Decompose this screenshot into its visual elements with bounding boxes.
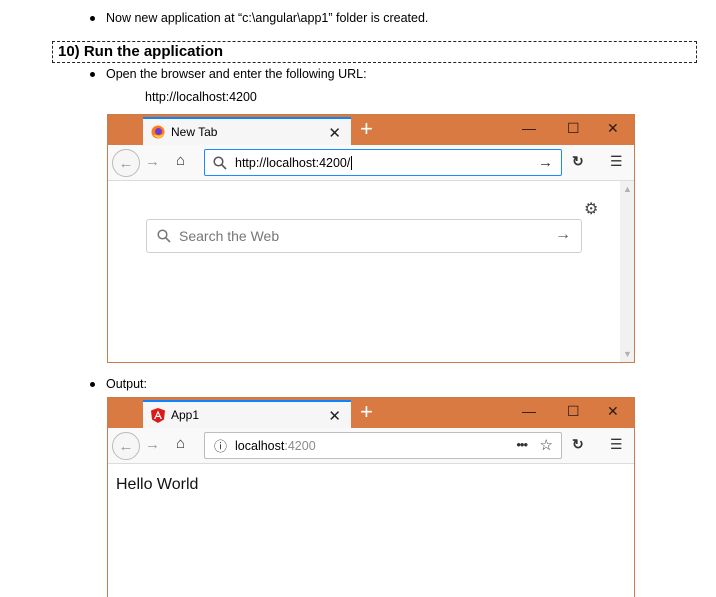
section-heading: 10) Run the application: [52, 41, 697, 63]
web-search-box[interactable]: Search the Web →: [146, 219, 582, 253]
forward-icon[interactable]: →: [145, 436, 160, 453]
tab-app1[interactable]: App1 ✕: [143, 400, 351, 428]
back-icon: ←: [118, 437, 134, 455]
close-window-icon[interactable]: ✕: [607, 403, 619, 420]
close-window-icon[interactable]: ✕: [607, 120, 619, 137]
search-placeholder: Search the Web: [179, 228, 280, 244]
bullet-item-created: Now new application at “c:\angular\app1”…: [90, 11, 428, 25]
maximize-icon[interactable]: ☐: [567, 120, 580, 137]
scrollbar[interactable]: ▲ ▼: [620, 181, 634, 362]
gear-icon[interactable]: ⚙: [584, 199, 598, 219]
scroll-up-icon[interactable]: ▲: [623, 184, 632, 194]
menu-icon[interactable]: ☰: [610, 436, 623, 453]
url-bar[interactable]: ⓘ localhost:4200 ••• ☆: [204, 432, 562, 459]
line-open-browser: Open the browser and enter the following…: [106, 67, 367, 81]
new-tab-button[interactable]: +: [360, 117, 373, 141]
browser-window-newtab: New Tab ✕ + — ☐ ✕ ← → ⌂ http://localhost…: [107, 114, 635, 363]
url-input-value: http://localhost:4200/: [235, 155, 351, 170]
nav-toolbar: ← → ⌂ http://localhost:4200/ → ↻ ☰: [108, 145, 634, 181]
home-icon[interactable]: ⌂: [176, 152, 185, 169]
reload-icon[interactable]: ↻: [572, 436, 584, 453]
bullet-dot: [90, 71, 95, 77]
search-go-icon[interactable]: →: [555, 226, 571, 244]
heading-text: 10) Run the application: [58, 43, 224, 60]
close-tab-icon[interactable]: ✕: [328, 407, 341, 425]
menu-icon[interactable]: ☰: [610, 153, 623, 170]
browser-window-app1: App1 ✕ + — ☐ ✕ ← → ⌂ ⓘ localhost:4200 ••…: [107, 397, 635, 597]
go-arrow-icon[interactable]: →: [538, 154, 553, 171]
tab-title: New Tab: [171, 125, 218, 139]
home-icon[interactable]: ⌂: [176, 435, 185, 452]
star-icon[interactable]: ☆: [540, 436, 553, 454]
title-bar: App1 ✕ + — ☐ ✕: [108, 398, 634, 428]
url-text: http://localhost:4200: [145, 90, 257, 104]
url-port: :4200: [284, 438, 316, 453]
info-icon[interactable]: ⓘ: [214, 436, 227, 455]
new-tab-button[interactable]: +: [360, 400, 373, 424]
firefox-icon: [151, 125, 165, 139]
more-icon[interactable]: •••: [516, 437, 528, 452]
search-icon: [157, 229, 171, 243]
nav-toolbar: ← → ⌂ ⓘ localhost:4200 ••• ☆ ↻ ☰: [108, 428, 634, 464]
back-button[interactable]: ←: [112, 149, 140, 177]
search-icon: [213, 155, 227, 170]
bullet-item-output: Output:: [90, 377, 147, 391]
tab-title: App1: [171, 408, 200, 422]
bullet-dot: [90, 381, 95, 387]
minimize-icon[interactable]: —: [522, 403, 536, 419]
close-tab-icon[interactable]: ✕: [328, 124, 341, 142]
reload-icon[interactable]: ↻: [572, 153, 584, 170]
angular-icon: [151, 407, 165, 423]
scroll-down-icon[interactable]: ▼: [623, 349, 632, 359]
maximize-icon[interactable]: ☐: [567, 403, 580, 420]
tab-new-tab[interactable]: New Tab ✕: [143, 117, 351, 145]
text-cursor: [351, 155, 353, 170]
minimize-icon[interactable]: —: [522, 120, 536, 136]
url-host: localhost: [235, 438, 285, 453]
line-created: Now new application at “c:\angular\app1”…: [106, 11, 429, 25]
line-output: Output:: [106, 377, 147, 391]
page-content: Hello World: [116, 476, 199, 493]
url-bar[interactable]: http://localhost:4200/ →: [204, 149, 562, 176]
bullet-dot: [90, 15, 95, 21]
forward-icon[interactable]: →: [145, 153, 160, 170]
title-bar: New Tab ✕ + — ☐ ✕: [108, 115, 634, 145]
back-icon: ←: [118, 154, 134, 172]
back-button[interactable]: ←: [112, 432, 140, 460]
bullet-item-open-browser: Open the browser and enter the following…: [90, 67, 367, 81]
